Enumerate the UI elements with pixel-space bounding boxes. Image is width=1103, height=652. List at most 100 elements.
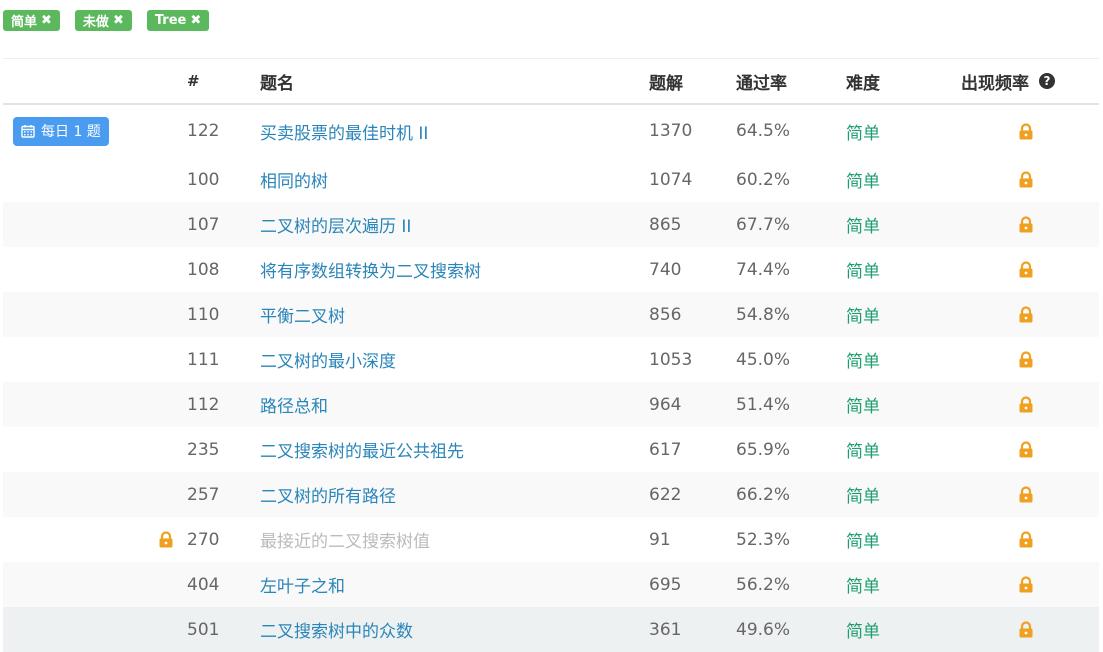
solution-count: 361 [649, 619, 682, 640]
problem-number: 100 [187, 169, 220, 190]
problem-title-cell: 二叉树的所有路径 [260, 472, 640, 517]
lock-icon [1019, 486, 1033, 503]
problem-title-cell: 最接近的二叉搜索树值 [260, 517, 640, 562]
lock-icon [1019, 531, 1033, 548]
header-frequency[interactable]: 出现频率 ? [961, 59, 1091, 103]
problem-title-cell: 将有序数组转换为二叉搜索树 [260, 247, 640, 292]
table-row: 111 二叉树的最小深度 1053 45.0% 简单 [3, 337, 1099, 382]
table-row: 257 二叉树的所有路径 622 66.2% 简单 [3, 472, 1099, 517]
solution-count: 1074 [649, 169, 693, 190]
acceptance-rate: 52.3% [736, 529, 791, 550]
question-circle-icon[interactable]: ? [1039, 73, 1055, 89]
frequency-cell[interactable] [961, 607, 1091, 652]
lock-icon [159, 531, 173, 548]
problem-number: 404 [187, 574, 220, 595]
problem-title-link[interactable]: 二叉树的最小深度 [260, 347, 396, 372]
lock-icon [1019, 621, 1033, 638]
problem-title-link[interactable]: 路径总和 [260, 392, 328, 417]
frequency-cell[interactable] [961, 292, 1091, 337]
problem-number: 122 [187, 121, 220, 141]
table-row: 110 平衡二叉树 856 54.8% 简单 [3, 292, 1099, 337]
difficulty-label: 简单 [846, 172, 880, 192]
solution-count: 617 [649, 439, 682, 460]
filter-tag-label: Tree [154, 13, 187, 28]
lock-icon [1019, 351, 1033, 368]
calendar-icon [21, 125, 35, 138]
frequency-cell[interactable] [961, 202, 1091, 247]
table-row: 每日 1 题 122 买卖股票的最佳时机 II 1370 64.5% 简单 [3, 105, 1099, 157]
header-title[interactable]: 题名 [260, 59, 640, 103]
acceptance-rate: 54.8% [736, 304, 791, 325]
table-header: # 题名 题解 通过率 难度 出现频率 ? [3, 59, 1099, 105]
frequency-cell[interactable] [961, 105, 1091, 157]
filter-tag-easy[interactable]: 简单 ✖ [3, 10, 60, 31]
problem-table: # 题名 题解 通过率 难度 出现频率 ? 每日 1 题 122 买卖股票的最佳时机… [3, 58, 1099, 652]
problem-title-link[interactable]: 二叉搜索树的最近公共祖先 [260, 437, 464, 462]
acceptance-rate: 65.9% [736, 439, 791, 460]
frequency-cell[interactable] [961, 517, 1091, 562]
problem-title-link[interactable]: 相同的树 [260, 167, 328, 192]
difficulty-label: 简单 [846, 262, 880, 282]
problem-title-link[interactable]: 二叉树的所有路径 [260, 482, 396, 507]
lock-icon [1019, 441, 1033, 458]
table-row: 501 二叉搜索树中的众数 361 49.6% 简单 [3, 607, 1099, 652]
remove-icon[interactable]: ✖ [113, 14, 124, 27]
problem-number: 110 [187, 304, 220, 325]
problem-title-link[interactable]: 最接近的二叉搜索树值 [260, 527, 430, 552]
table-body: 每日 1 题 122 买卖股票的最佳时机 II 1370 64.5% 简单 100 相同的树 1… [3, 105, 1099, 652]
problem-number: 107 [187, 214, 220, 235]
problem-number: 501 [187, 619, 220, 640]
frequency-cell[interactable] [961, 427, 1091, 472]
premium-lock-cell [158, 517, 180, 562]
frequency-cell[interactable] [961, 382, 1091, 427]
acceptance-rate: 45.0% [736, 349, 791, 370]
lock-icon [1019, 216, 1033, 233]
solution-count: 856 [649, 304, 682, 325]
problem-title-link[interactable]: 左叶子之和 [260, 572, 345, 597]
problem-title-link[interactable]: 二叉树的层次遍历 II [260, 212, 411, 237]
header-frequency-label: 出现频率 [961, 73, 1029, 94]
problem-number: 270 [187, 529, 220, 550]
daily-cell: 每日 1 题 [13, 105, 173, 157]
table-row: 235 二叉搜索树的最近公共祖先 617 65.9% 简单 [3, 427, 1099, 472]
solution-count: 695 [649, 574, 682, 595]
problem-title-link[interactable]: 买卖股票的最佳时机 II [260, 119, 428, 144]
solution-count: 1053 [649, 349, 693, 370]
frequency-cell[interactable] [961, 337, 1091, 382]
difficulty-label: 简单 [846, 397, 880, 417]
solution-count: 1370 [649, 121, 693, 141]
acceptance-rate: 51.4% [736, 394, 791, 415]
header-acceptance[interactable]: 通过率 [736, 59, 826, 103]
problem-title-link[interactable]: 平衡二叉树 [260, 302, 345, 327]
frequency-cell[interactable] [961, 247, 1091, 292]
problem-title-cell: 路径总和 [260, 382, 640, 427]
table-row: 404 左叶子之和 695 56.2% 简单 [3, 562, 1099, 607]
filter-tag-undone[interactable]: 未做 ✖ [74, 10, 132, 31]
table-row: 112 路径总和 964 51.4% 简单 [3, 382, 1099, 427]
frequency-cell[interactable] [961, 472, 1091, 517]
table-row: 107 二叉树的层次遍历 II 865 67.7% 简单 [3, 202, 1099, 247]
remove-icon[interactable]: ✖ [41, 14, 52, 27]
problem-title-link[interactable]: 二叉搜索树中的众数 [260, 617, 413, 642]
table-row: 270 最接近的二叉搜索树值 91 52.3% 简单 [3, 517, 1099, 562]
frequency-cell[interactable] [961, 157, 1091, 202]
header-difficulty[interactable]: 难度 [846, 59, 916, 103]
acceptance-rate: 60.2% [736, 169, 791, 190]
problem-title-cell: 二叉树的最小深度 [260, 337, 640, 382]
remove-icon[interactable]: ✖ [190, 14, 201, 27]
lock-icon [1019, 576, 1033, 593]
problem-number: 112 [187, 394, 220, 415]
table-row: 108 将有序数组转换为二叉搜索树 740 74.4% 简单 [3, 247, 1099, 292]
header-solutions[interactable]: 题解 [649, 59, 729, 103]
problem-title-link[interactable]: 将有序数组转换为二叉搜索树 [260, 257, 481, 282]
daily-problem-button[interactable]: 每日 1 题 [13, 116, 109, 146]
problem-number: 108 [187, 259, 220, 280]
problem-title-cell: 二叉搜索树的最近公共祖先 [260, 427, 640, 472]
frequency-cell[interactable] [961, 562, 1091, 607]
filter-tag-tree[interactable]: Tree ✖ [146, 10, 210, 31]
difficulty-label: 简单 [846, 352, 880, 372]
difficulty-label: 简单 [846, 577, 880, 597]
header-number[interactable]: # [187, 59, 247, 103]
filter-tag-label: 简单 [11, 15, 38, 30]
lock-icon [1019, 122, 1033, 139]
